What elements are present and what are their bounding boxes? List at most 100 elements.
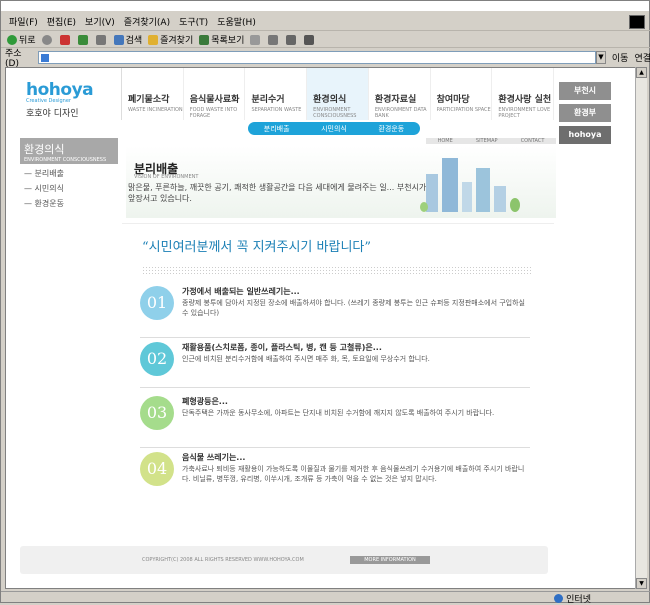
forward-button[interactable] bbox=[41, 34, 54, 45]
address-bar: 주소(D) ▼ 이동 연결 bbox=[1, 49, 650, 69]
site-logo[interactable]: hohoya Creative Designer 호호야 디자인 bbox=[26, 80, 94, 119]
title-bar bbox=[1, 1, 649, 11]
home-button[interactable] bbox=[95, 34, 108, 45]
global-nav: 폐기물소각 WASTE INCINERATION 음식물사료화 FOOD WASTE… bbox=[121, 68, 555, 120]
tree-illustration bbox=[510, 198, 520, 212]
print-button[interactable] bbox=[268, 34, 280, 45]
menu-favorites[interactable]: 즐겨찾기(A) bbox=[124, 15, 170, 28]
site-footer: COPYRIGHT(C) 2008 ALL RIGHTS RESERVED WW… bbox=[20, 546, 548, 574]
lnb-item-citizen[interactable]: — 시민의식 bbox=[24, 183, 118, 194]
dotted-divider bbox=[142, 266, 532, 274]
edit-icon bbox=[286, 34, 297, 45]
address-input[interactable] bbox=[38, 50, 596, 64]
page-banner: 분리배출 VISION OF ENVIRONMENT 맑은물, 푸른하늘, 깨끗… bbox=[126, 146, 556, 218]
lnb-item-movement[interactable]: — 환경운동 bbox=[24, 198, 118, 209]
menu-view[interactable]: 보기(V) bbox=[85, 15, 115, 28]
step-number: 03 bbox=[140, 396, 174, 430]
lnb-header: 환경의식 ENVIRONMENT CONSCIOUSNESS bbox=[20, 138, 118, 164]
address-label: 주소(D) bbox=[5, 48, 22, 69]
stop-button[interactable] bbox=[59, 34, 72, 45]
link-ministry[interactable]: 환경부 bbox=[559, 104, 611, 122]
gnb-item-consciousness[interactable]: 환경의식 ENVIRONMENT CONSCIOUSNESS bbox=[307, 68, 369, 120]
menu-bar: 파일(F) 편집(E) 보기(V) 즐겨찾기(A) 도구(T) 도움말(H) bbox=[1, 13, 650, 31]
page-description: 맑은물, 푸른하늘, 깨끗한 공기, 쾌적한 생활공간을 다음 세대에게 물려주… bbox=[128, 183, 427, 203]
logo-korean: 호호야 디자인 bbox=[26, 109, 79, 119]
subnav-citizen[interactable]: 시민의식 bbox=[321, 124, 347, 134]
links-button[interactable]: 연결 bbox=[634, 51, 650, 64]
step-item: 04 음식물 쓰레기는... 가축사료나 퇴비등 재활용이 가능하도록 이물질과… bbox=[140, 452, 530, 518]
toolbar: 뒤로 검색 즐겨찾기 목록보기 bbox=[1, 32, 650, 48]
menu-tools[interactable]: 도구(T) bbox=[179, 15, 208, 28]
step-item: 03 폐형광등은... 단독주택은 가까운 동사무소에, 아파트는 단지내 비치… bbox=[140, 396, 530, 448]
util-contact[interactable]: CONTACT bbox=[521, 138, 545, 144]
related-links: 부천시 환경부 hohoya bbox=[559, 82, 611, 148]
building-illustration bbox=[494, 186, 506, 212]
page-viewport: hohoya Creative Designer 호호야 디자인 폐기물소각 WA… bbox=[5, 67, 637, 589]
history-icon bbox=[199, 34, 210, 45]
home-icon bbox=[95, 34, 106, 45]
edit-button[interactable] bbox=[286, 34, 298, 45]
util-sitemap[interactable]: SITEMAP bbox=[476, 138, 498, 144]
util-home[interactable]: HOME bbox=[438, 138, 453, 144]
scroll-up-arrow-icon[interactable]: ▲ bbox=[636, 67, 647, 78]
history-button[interactable]: 목록보기 bbox=[199, 33, 244, 46]
refresh-button[interactable] bbox=[77, 34, 90, 45]
step-item: 02 재활용품(스치로폼, 종이, 플라스틱, 병, 캔 등 고철류)은... … bbox=[140, 342, 530, 388]
step-number: 02 bbox=[140, 342, 174, 376]
discuss-icon bbox=[304, 34, 315, 45]
building-illustration bbox=[462, 182, 472, 212]
gnb-item-databank[interactable]: 환경자료실 ENVIRONMENT DATA BANK bbox=[369, 68, 431, 120]
star-icon bbox=[148, 34, 159, 45]
lnb-item-separation[interactable]: — 분리배출 bbox=[24, 168, 118, 179]
menu-file[interactable]: 파일(F) bbox=[9, 15, 38, 28]
scroll-down-arrow-icon[interactable]: ▼ bbox=[636, 578, 647, 589]
website: hohoya Creative Designer 호호야 디자인 폐기물소각 WA… bbox=[6, 68, 636, 588]
forward-arrow-icon bbox=[41, 34, 52, 45]
go-button[interactable]: 이동 bbox=[612, 51, 629, 64]
gnb-item-participation[interactable]: 참여마당 PARTICIPATION SPACE bbox=[431, 68, 493, 120]
more-information-button[interactable]: MORE INFORMATION bbox=[350, 556, 430, 564]
mail-icon bbox=[250, 34, 261, 45]
gnb-item-forage[interactable]: 음식물사료화 FOOD WASTE INTO FORAGE bbox=[184, 68, 246, 120]
step-heading: 가정에서 배출되는 일반쓰레기는... bbox=[182, 287, 300, 296]
step-number: 04 bbox=[140, 452, 174, 486]
back-arrow-icon bbox=[7, 34, 17, 45]
vertical-scrollbar[interactable]: ▲ ▼ bbox=[635, 67, 647, 589]
gnb-item-separation[interactable]: 분리수거 SEPARATION WASTE bbox=[245, 68, 308, 120]
menu-help[interactable]: 도움말(H) bbox=[217, 15, 256, 28]
link-hohoya[interactable]: hohoya bbox=[559, 126, 611, 144]
step-number: 01 bbox=[140, 286, 174, 320]
step-heading: 폐형광등은... bbox=[182, 397, 228, 406]
step-text: 종량제 봉투에 담아서 지정된 장소에 배출하셔야 합니다. (쓰레기 종량제 … bbox=[182, 299, 526, 317]
main-content: “시민여러분께서 꼭 지켜주시기 바랍니다” 01 가정에서 배출되는 일반쓰레… bbox=[122, 223, 554, 543]
stop-icon bbox=[59, 34, 70, 45]
step-heading: 재활용품(스치로폼, 종이, 플라스틱, 병, 캔 등 고철류)은... bbox=[182, 343, 382, 352]
menu-edit[interactable]: 편집(E) bbox=[47, 15, 76, 28]
refresh-icon bbox=[77, 34, 88, 45]
gnb-item-love-project[interactable]: 환경사랑 실천 ENVIRONMENT LOVE PROJECT bbox=[492, 68, 555, 120]
browser-window: 파일(F) 편집(E) 보기(V) 즐겨찾기(A) 도구(T) 도움말(H) 뒤… bbox=[0, 0, 650, 605]
tree-illustration bbox=[420, 202, 428, 212]
search-icon bbox=[113, 34, 124, 45]
step-item: 01 가정에서 배출되는 일반쓰레기는... 종량제 봉투에 담아서 지정된 장… bbox=[140, 286, 530, 338]
mail-button[interactable] bbox=[250, 34, 262, 45]
search-button[interactable]: 검색 bbox=[113, 33, 142, 46]
discuss-button[interactable] bbox=[304, 34, 316, 45]
status-bar: 인터넷 bbox=[1, 591, 650, 605]
link-bucheon[interactable]: 부천시 bbox=[559, 82, 611, 100]
print-icon bbox=[268, 34, 279, 45]
step-text: 인근에 비치된 분리수거함에 배출하여 주시면 매주 화, 목, 토요일에 무상… bbox=[182, 355, 430, 363]
globe-icon bbox=[554, 593, 564, 603]
step-text: 가축사료나 퇴비등 재활용이 가능하도록 이물질과 물기를 제거한 후 음식물쓰… bbox=[182, 465, 525, 483]
gnb-item-incineration[interactable]: 폐기물소각 WASTE INCINERATION bbox=[122, 68, 184, 120]
step-text: 단독주택은 가까운 동사무소에, 아파트는 단지내 비치된 수거함에 깨지지 않… bbox=[182, 409, 495, 417]
local-nav: 환경의식 ENVIRONMENT CONSCIOUSNESS — 분리배출 — … bbox=[20, 138, 118, 209]
favorites-button[interactable]: 즐겨찾기 bbox=[148, 33, 193, 46]
slogan: “시민여러분께서 꼭 지켜주시기 바랍니다” bbox=[142, 240, 372, 255]
address-dropdown-button[interactable]: ▼ bbox=[595, 50, 606, 64]
back-button[interactable]: 뒤로 bbox=[7, 33, 36, 46]
subnav-separation[interactable]: 분리배출 bbox=[264, 124, 290, 134]
page-subtitle: VISION OF ENVIRONMENT bbox=[134, 174, 199, 180]
page-icon bbox=[41, 53, 50, 62]
subnav-movement[interactable]: 환경운동 bbox=[378, 124, 404, 134]
